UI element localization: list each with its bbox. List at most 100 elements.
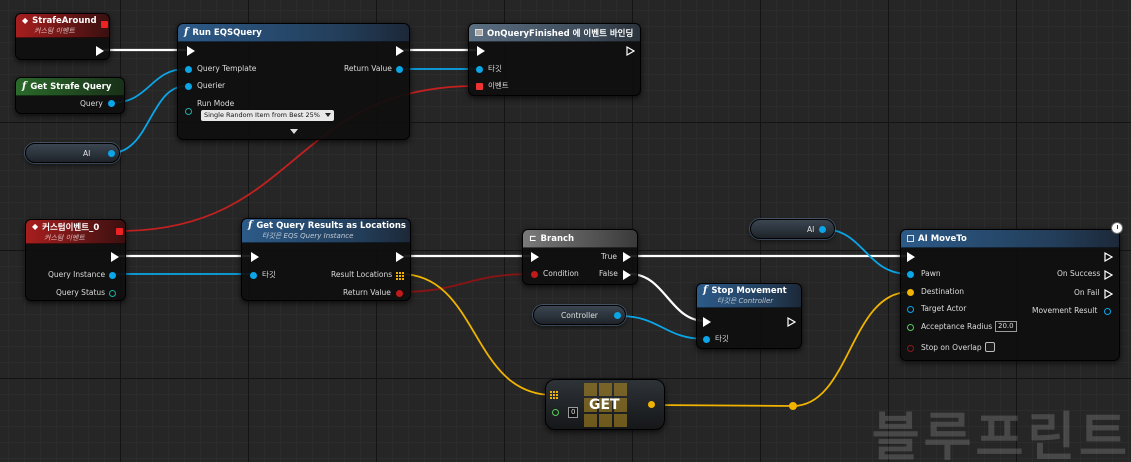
query-template-input-pin[interactable] (185, 66, 192, 73)
result-locations-output-pin[interactable] (396, 272, 404, 280)
destination-input-pin[interactable] (907, 289, 914, 296)
branch-icon: ⊏ (529, 233, 537, 244)
custom-event-0-node[interactable]: ◆ 커스텀이벤트_0 커스텀 이벤트 Query Instance Query S… (25, 219, 126, 301)
function-icon: f (22, 81, 27, 92)
delegate-output-pin[interactable] (101, 21, 108, 28)
return-value-output-pin[interactable] (396, 66, 403, 73)
index-input-pin[interactable] (552, 409, 559, 416)
querier-input-pin[interactable] (185, 83, 192, 90)
watermark: 블루프린트 (871, 408, 1131, 462)
movement-result-output-pin[interactable] (1104, 308, 1111, 315)
pawn-label: Pawn (921, 269, 941, 278)
get-query-results-node[interactable]: f Get Query Results as Locations 타깃은 EQS … (241, 218, 411, 301)
stop-on-overlap-checkbox[interactable] (985, 342, 995, 352)
acceptance-radius-input[interactable]: 20.0 (995, 321, 1017, 332)
latent-clock-icon (1111, 222, 1123, 234)
query-instance-output-pin[interactable] (109, 272, 116, 279)
event-label: 이벤트 (488, 81, 509, 90)
ai-output-pin[interactable] (108, 150, 115, 157)
condition-label: Condition (543, 269, 579, 278)
controller-variable-node[interactable]: Controller (533, 305, 626, 325)
stop-movement-node[interactable]: f Stop Movement 타깃은 Controller 타깃 (696, 283, 802, 349)
exec-output-pin[interactable] (111, 252, 119, 262)
query-status-label: Query Status (56, 288, 106, 297)
node-title: Branch (540, 233, 575, 244)
bind-event-icon (475, 29, 483, 36)
exec-output-pin[interactable] (396, 252, 404, 262)
event-icon: ◆ (32, 222, 39, 231)
exec-output-pin[interactable] (626, 46, 635, 56)
query-output-pin[interactable] (108, 100, 115, 107)
true-exec-output-pin[interactable] (623, 252, 631, 262)
ai-variable-node[interactable]: AI (25, 143, 120, 163)
index-input[interactable]: 0 (568, 407, 579, 418)
run-eqs-query-node[interactable]: f Run EQSQuery Query Template Return Valu… (177, 23, 410, 140)
stop-on-overlap-input-pin[interactable] (907, 345, 914, 352)
on-fail-exec-pin[interactable] (1104, 289, 1113, 299)
exec-input-pin[interactable] (703, 317, 711, 327)
item-output-pin[interactable] (648, 401, 655, 408)
variable-label: AI (83, 149, 91, 158)
exec-input-pin[interactable] (531, 252, 539, 262)
target-label: 타깃 (488, 64, 502, 73)
bind-event-node[interactable]: OnQueryFinished 에 이벤트 바인딩 타깃 이벤트 (468, 23, 641, 96)
event-input-pin[interactable] (476, 83, 483, 90)
array-input-pin[interactable] (550, 391, 558, 399)
get-strafe-query-node[interactable]: f Get Strafe Query Query (15, 77, 125, 114)
node-title: 커스텀이벤트_0 (42, 222, 100, 233)
ai-output-pin[interactable] (819, 226, 826, 233)
variable-label: Controller (561, 311, 598, 320)
exec-input-pin[interactable] (477, 46, 485, 56)
controller-output-pin[interactable] (614, 312, 621, 319)
function-icon: f (703, 285, 708, 296)
acceptance-radius-label: Acceptance Radius (921, 322, 993, 331)
node-title: Stop Movement (711, 285, 787, 296)
exec-output-pin[interactable] (396, 46, 404, 56)
exec-output-pin[interactable] (1104, 252, 1113, 262)
stop-on-overlap-label: Stop on Overlap (921, 343, 982, 352)
event-icon: ◆ (22, 16, 29, 25)
return-value-label: Return Value (344, 64, 392, 73)
strafe-around-event-node[interactable]: ◆ StrafeAround 커스텀 이벤트 (15, 13, 110, 60)
on-success-label: On Success (1057, 269, 1101, 278)
node-title: OnQueryFinished 에 이벤트 바인딩 (487, 28, 634, 39)
expand-advanced-icon[interactable] (290, 129, 298, 134)
delegate-output-pin[interactable] (116, 228, 123, 235)
ai-variable-node-2[interactable]: AI (750, 219, 835, 239)
return-value-output-pin[interactable] (396, 290, 403, 297)
acceptance-radius-input-pin[interactable] (907, 324, 914, 331)
node-subtitle: 커스텀 이벤트 (44, 233, 85, 242)
condition-input-pin[interactable] (531, 271, 538, 278)
target-input-pin[interactable] (476, 66, 483, 73)
run-mode-input-pin[interactable] (185, 108, 192, 115)
false-exec-output-pin[interactable] (623, 270, 631, 280)
target-actor-label: Target Actor (921, 304, 967, 313)
array-get-node[interactable]: 0 GET (545, 379, 665, 430)
node-title: Get Query Results as Locations (256, 220, 406, 231)
run-mode-label: Run Mode (197, 99, 235, 108)
true-label: True (601, 252, 617, 261)
branch-node[interactable]: ⊏ Branch True Condition False (522, 229, 638, 285)
target-label: 타깃 (715, 334, 729, 343)
ai-moveto-node[interactable]: AI MoveTo Pawn On Success Destination On… (900, 229, 1120, 361)
run-mode-dropdown[interactable]: Single Random Item from Best 25% (201, 110, 334, 121)
on-fail-label: On Fail (1074, 288, 1100, 297)
exec-input-pin[interactable] (907, 252, 915, 262)
on-success-exec-pin[interactable] (1104, 270, 1113, 280)
node-title: Run EQSQuery (192, 27, 262, 38)
target-input-pin[interactable] (250, 272, 257, 279)
node-subtitle: 타깃은 EQS Query Instance (262, 232, 354, 240)
node-subtitle: 커스텀 이벤트 (34, 26, 75, 35)
node-subtitle: 타깃은 Controller (717, 297, 774, 305)
target-actor-input-pin[interactable] (907, 306, 914, 313)
target-input-pin[interactable] (703, 336, 710, 343)
exec-output-pin[interactable] (787, 317, 796, 327)
pawn-input-pin[interactable] (907, 271, 914, 278)
query-output-label: Query (80, 99, 103, 108)
exec-input-pin[interactable] (187, 46, 195, 56)
exec-input-pin[interactable] (251, 252, 259, 262)
exec-output-pin[interactable] (96, 46, 104, 56)
function-icon: f (248, 220, 253, 231)
result-locations-label: Result Locations (331, 270, 393, 279)
query-status-output-pin[interactable] (109, 290, 116, 297)
